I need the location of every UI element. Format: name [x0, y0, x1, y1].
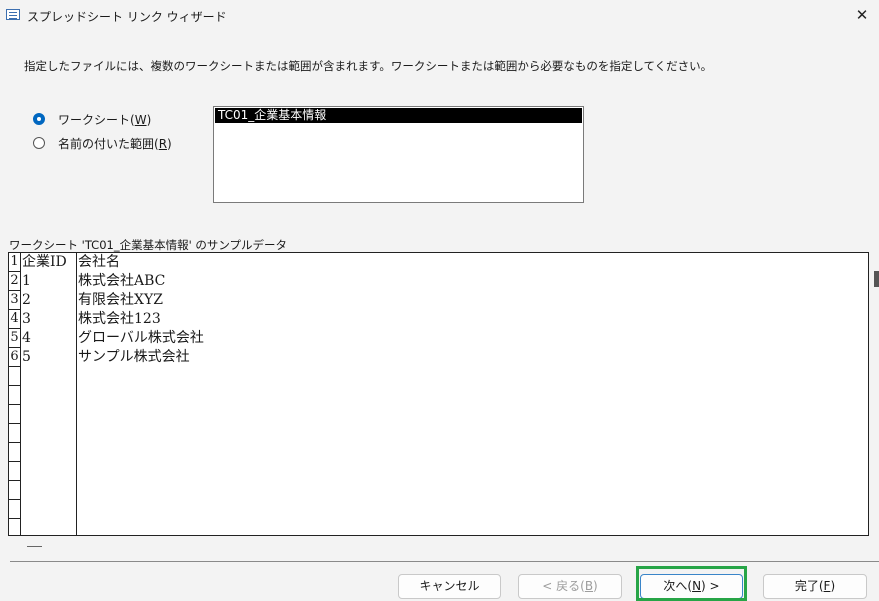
cell-company-id: 3 [22, 311, 31, 327]
empty-row [9, 519, 868, 535]
table-icon [6, 9, 20, 20]
empty-row [9, 462, 868, 481]
cell-company-id: 4 [22, 330, 31, 346]
row-number: 6 [9, 348, 20, 367]
next-button-highlight [636, 566, 747, 601]
named-range-radio[interactable] [33, 137, 45, 149]
table-row: 4 3 株式会社123 [9, 310, 868, 329]
worksheet-radio[interactable] [33, 113, 45, 125]
list-item-tc01[interactable]: TC01_企業基本情報 [215, 108, 582, 123]
table-row: 2 1 株式会社ABC [9, 272, 868, 291]
row-number: 4 [9, 310, 20, 329]
cell-company-name: 株式会社123 [78, 311, 161, 327]
row-number-cell [9, 500, 20, 519]
row-number: 1 [9, 253, 20, 272]
back-button[interactable]: < 戻る(B) [518, 574, 622, 599]
row-number-cell [9, 443, 20, 462]
table-row: 1 企業ID 会社名 [9, 253, 868, 272]
cell-company-name: サンプル株式会社 [78, 349, 190, 365]
finish-button[interactable]: 完了(F) [763, 574, 867, 599]
empty-row [9, 481, 868, 500]
table-row: 5 4 グローバル株式会社 [9, 329, 868, 348]
empty-row [9, 424, 868, 443]
row-number-cell [9, 462, 20, 481]
worksheet-option[interactable]: ワークシート(W) [33, 111, 151, 127]
close-button[interactable]: ✕ [851, 4, 873, 26]
worksheet-list[interactable]: TC01_企業基本情報 [213, 106, 584, 203]
row-number: 5 [9, 329, 20, 348]
empty-row [9, 405, 868, 424]
worksheet-option-label: ワークシート(W) [58, 112, 152, 127]
named-range-option[interactable]: 名前の付いた範囲(R) [33, 135, 172, 151]
cell-company-id: 1 [22, 273, 31, 289]
row-number-cell [9, 424, 20, 443]
cell-company-name: 会社名 [78, 254, 120, 270]
cell-company-id: 企業ID [22, 254, 67, 270]
empty-row [9, 386, 868, 405]
cell-company-name: 株式会社ABC [78, 273, 166, 289]
cell-company-name: 有限会社XYZ [78, 292, 163, 308]
table-row: 6 5 サンプル株式会社 [9, 348, 868, 367]
cancel-button[interactable]: キャンセル [398, 574, 501, 599]
named-range-option-label: 名前の付いた範囲(R) [58, 136, 172, 151]
empty-row [9, 443, 868, 462]
table-row: 3 2 有限会社XYZ [9, 291, 868, 310]
instruction-text: 指定したファイルには、複数のワークシートまたは範囲が含まれます。ワークシートまた… [24, 59, 713, 73]
row-number-cell [9, 481, 20, 500]
cell-company-name: グローバル株式会社 [78, 330, 204, 346]
horizontal-scroll-thumb[interactable] [27, 546, 42, 547]
cell-company-id: 5 [22, 349, 31, 365]
empty-row [9, 500, 868, 519]
footer-separator [10, 561, 879, 562]
row-number-cell [9, 519, 20, 535]
row-number: 2 [9, 272, 20, 291]
window-title: スプレッドシート リンク ウィザード [27, 10, 227, 24]
row-number: 3 [9, 291, 20, 310]
sample-data-caption: ワークシート 'TC01_企業基本情報' のサンプルデータ [9, 238, 288, 252]
row-number-cell [9, 405, 20, 424]
row-number-cell [9, 367, 20, 386]
title-bar: スプレッドシート リンク ウィザード ✕ [0, 0, 879, 32]
cell-company-id: 2 [22, 292, 31, 308]
empty-row [9, 367, 868, 386]
row-number-cell [9, 386, 20, 405]
sample-data-grid[interactable]: 1 企業ID 会社名 2 1 株式会社ABC 3 2 有限会社XYZ 4 3 株… [8, 252, 869, 536]
scroll-indicator [874, 271, 879, 287]
